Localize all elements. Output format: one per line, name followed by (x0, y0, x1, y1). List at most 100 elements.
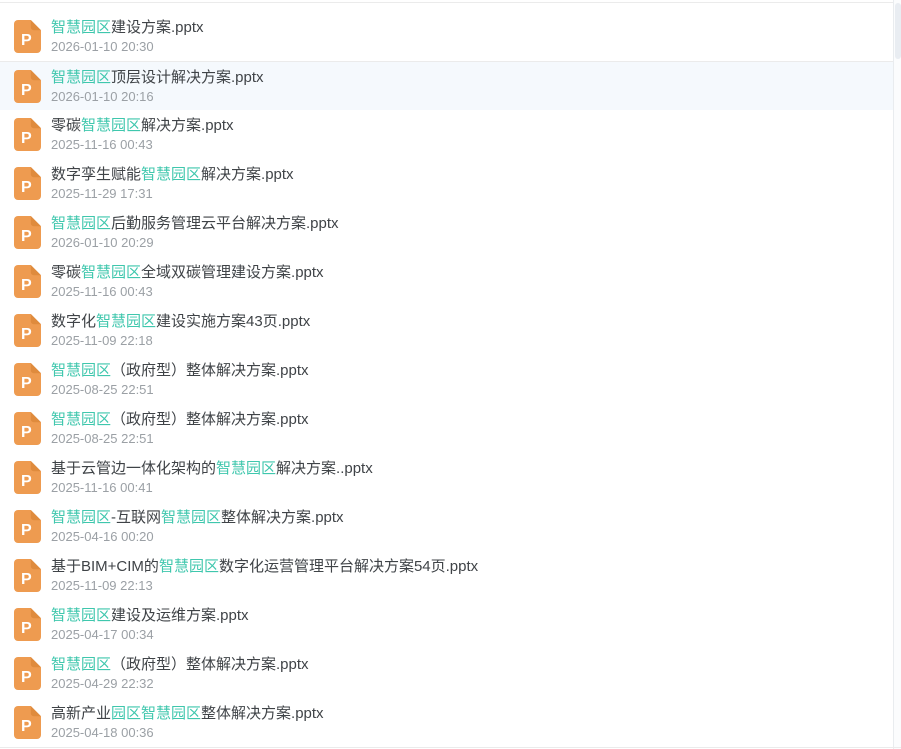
title-text: 零碳 (51, 117, 81, 134)
file-list-item[interactable]: P智慧园区-互联网智慧园区整体解决方案.pptx2025-04-16 00:20 (0, 502, 893, 551)
ppt-file-icon: P (14, 216, 41, 249)
file-meta: 智慧园区（政府型）整体解决方案.pptx 2025-08-25 22:51 (51, 411, 309, 446)
title-text: 基于云管边一体化架构的 (51, 460, 216, 477)
file-timestamp: 2025-04-17 00:34 (51, 627, 249, 642)
title-text: 数字孪生赋能 (51, 166, 141, 183)
ppt-file-icon: P (14, 265, 41, 298)
file-title[interactable]: 智慧园区-互联网智慧园区整体解决方案.pptx (51, 509, 344, 527)
title-text: 后勤服务管理云平台解决方案.pptx (111, 215, 339, 232)
file-list-item[interactable]: P 智慧园区（政府型）整体解决方案.pptx 2025-08-25 22:51 (0, 404, 893, 453)
keyword-highlight: 智慧园区 (51, 215, 111, 232)
file-meta: 智慧园区后勤服务管理云平台解决方案.pptx 2026-01-10 20:29 (51, 215, 339, 250)
scrollbar-track[interactable] (893, 0, 901, 749)
file-meta: 数字孪生赋能智慧园区解决方案.pptx2025-11-29 17:31 (51, 166, 294, 201)
file-list-item[interactable]: P 智慧园区建设及运维方案.pptx 2025-04-17 00:34 (0, 600, 893, 649)
file-title[interactable]: 数字孪生赋能智慧园区解决方案.pptx (51, 166, 294, 184)
file-timestamp: 2025-11-16 00:43 (51, 284, 324, 299)
file-title[interactable]: 数字化智慧园区建设实施方案43页.pptx (51, 313, 310, 331)
file-title[interactable]: 零碳智慧园区全域双碳管理建设方案.pptx (51, 264, 324, 282)
ppt-file-icon: P (14, 70, 41, 103)
svg-text:P: P (21, 130, 32, 147)
keyword-highlight: 智慧园区 (51, 69, 111, 86)
file-meta: 智慧园区建设方案.pptx 2026-01-10 20:30 (51, 19, 204, 54)
svg-text:P: P (21, 326, 32, 343)
ppt-file-icon: P (14, 510, 41, 543)
title-text: -互联网 (111, 509, 161, 526)
keyword-highlight: 智慧园区 (161, 509, 221, 526)
file-list-item[interactable]: P 零碳智慧园区全域双碳管理建设方案.pptx 2025-11-16 00:43 (0, 257, 893, 306)
file-list-item[interactable]: P 高新产业园区智慧园区整体解决方案.pptx2025-04-18 00:36 (0, 698, 893, 747)
file-list-item[interactable]: P 基于云管边一体化架构的智慧园区解决方案..pptx 2025-11-16 00:… (0, 453, 893, 502)
file-title[interactable]: 智慧园区（政府型）整体解决方案.pptx (51, 411, 309, 429)
svg-text:P: P (21, 424, 32, 441)
file-list-item[interactable]: P 零碳智慧园区解决方案.pptx 2025-11-16 00:43 (0, 110, 893, 159)
ppt-file-icon: P (14, 461, 41, 494)
file-list-item[interactable]: P数字孪生赋能智慧园区解决方案.pptx2025-11-29 17:31 (0, 159, 893, 208)
file-meta: 数字化智慧园区建设实施方案43页.pptx2025-11-09 22:18 (51, 313, 310, 348)
file-title[interactable]: 智慧园区后勤服务管理云平台解决方案.pptx (51, 215, 339, 233)
keyword-highlight: 智慧园区 (159, 558, 219, 575)
file-title[interactable]: 智慧园区（政府型）整体解决方案.pptx (51, 362, 309, 380)
title-text: 全域双碳管理建设方案.pptx (141, 264, 324, 281)
file-list-item[interactable]: P 智慧园区（政府型）整体解决方案.pptx2025-04-29 22:32 (0, 649, 893, 698)
svg-text:P: P (21, 522, 32, 539)
title-text: 高新产业 (51, 705, 111, 722)
file-title[interactable]: 智慧园区（政府型）整体解决方案.pptx (51, 656, 309, 674)
file-timestamp: 2025-08-25 22:51 (51, 431, 309, 446)
ppt-file-icon: P (14, 363, 41, 396)
keyword-highlight: 智慧园区 (51, 656, 111, 673)
file-timestamp: 2025-11-16 00:43 (51, 137, 234, 152)
file-meta: 基于云管边一体化架构的智慧园区解决方案..pptx 2025-11-16 00:4… (51, 460, 373, 495)
file-title[interactable]: 基于云管边一体化架构的智慧园区解决方案..pptx (51, 460, 373, 478)
file-title[interactable]: 高新产业园区智慧园区整体解决方案.pptx (51, 705, 324, 723)
file-title[interactable]: 智慧园区顶层设计解决方案.pptx (51, 69, 264, 87)
svg-text:P: P (21, 718, 32, 735)
ppt-file-icon: P (14, 314, 41, 347)
title-text: 解决方案.pptx (201, 166, 294, 183)
ppt-file-icon: P (14, 20, 41, 53)
svg-text:P: P (21, 228, 32, 245)
title-text: 基于BIM+CIM的 (51, 558, 159, 575)
top-divider (0, 2, 901, 3)
ppt-file-icon: P (14, 412, 41, 445)
file-list-item[interactable]: P基于BIM+CIM的智慧园区数字化运营管理平台解决方案54页.pptx2025… (0, 551, 893, 600)
keyword-highlight: 智慧园区 (51, 19, 111, 36)
file-title[interactable]: 智慧园区建设及运维方案.pptx (51, 607, 249, 625)
file-list: P 智慧园区建设方案.pptx 2026-01-10 20:30 P 智慧园区顶层设计解… (0, 0, 893, 747)
file-meta: 智慧园区（政府型）整体解决方案.pptx2025-04-29 22:32 (51, 656, 309, 691)
file-list-item[interactable]: P 智慧园区顶层设计解决方案.pptx2026-01-10 20:16 (0, 61, 893, 110)
svg-text:P: P (21, 669, 32, 686)
svg-text:P: P (21, 620, 32, 637)
title-text: 解决方案..pptx (276, 460, 373, 477)
file-meta: 高新产业园区智慧园区整体解决方案.pptx2025-04-18 00:36 (51, 705, 324, 740)
file-list-item[interactable]: P智慧园区（政府型）整体解决方案.pptx2025-08-25 22:51 (0, 355, 893, 404)
keyword-highlight: 智慧园区 (141, 166, 201, 183)
file-title[interactable]: 基于BIM+CIM的智慧园区数字化运营管理平台解决方案54页.pptx (51, 558, 478, 576)
keyword-highlight: 智慧园区 (51, 362, 111, 379)
file-list-item[interactable]: P 智慧园区建设方案.pptx 2026-01-10 20:30 (0, 12, 893, 61)
file-timestamp: 2025-11-16 00:41 (51, 480, 373, 495)
file-timestamp: 2025-11-09 22:13 (51, 578, 478, 593)
scrollbar-thumb[interactable] (895, 3, 901, 59)
keyword-highlight: 智慧园区 (81, 264, 141, 281)
file-meta: 智慧园区建设及运维方案.pptx 2025-04-17 00:34 (51, 607, 249, 642)
title-text: 数字化 (51, 313, 96, 330)
file-list-item[interactable]: P 智慧园区后勤服务管理云平台解决方案.pptx 2026-01-10 20:29 (0, 208, 893, 257)
file-title[interactable]: 智慧园区建设方案.pptx (51, 19, 204, 37)
file-list-item[interactable]: P 数字化智慧园区建设实施方案43页.pptx2025-11-09 22:18 (0, 306, 893, 355)
keyword-highlight: 智慧园区 (96, 313, 156, 330)
keyword-highlight: 智慧园区 (51, 607, 111, 624)
svg-text:P: P (21, 277, 32, 294)
title-text: 建设及运维方案.pptx (111, 607, 249, 624)
keyword-highlight: 智慧园区 (81, 117, 141, 134)
title-text: 整体解决方案.pptx (221, 509, 344, 526)
title-text: 数字化运营管理平台解决方案54页.pptx (219, 558, 478, 575)
svg-text:P: P (21, 473, 32, 490)
file-timestamp: 2026-01-10 20:30 (51, 39, 204, 54)
file-timestamp: 2026-01-10 20:29 (51, 235, 339, 250)
title-text: 零碳 (51, 264, 81, 281)
file-meta: 智慧园区顶层设计解决方案.pptx2026-01-10 20:16 (51, 69, 264, 104)
title-text: 建设实施方案43页.pptx (156, 313, 310, 330)
svg-text:P: P (21, 82, 32, 99)
file-title[interactable]: 零碳智慧园区解决方案.pptx (51, 117, 234, 135)
